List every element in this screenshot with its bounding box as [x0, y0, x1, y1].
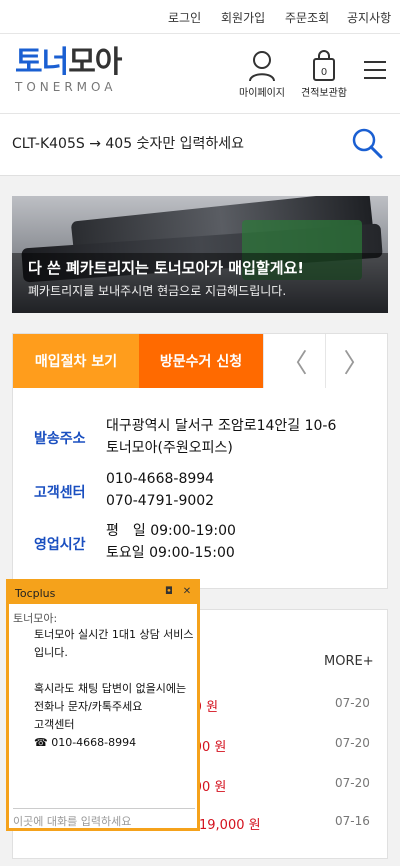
chat-message: 토너모아 실시간 1대1 상담 서비스입니다. 혹시라도 채팅 답변이 없을시에… [34, 628, 194, 749]
banner-title: 다 쓴 폐카트리지는 토너모아가 매입할게요! [28, 259, 305, 277]
address-value: 대구광역시 달서구 조암로14안길 10-6 토너모아(주원오피스) [106, 415, 336, 459]
hours-value: 평 일 09:00-19:00 토요일 09:00-15:00 [106, 520, 236, 564]
list-date: 07-16 [335, 814, 370, 828]
hours-label: 영업시간 [34, 537, 86, 553]
chat-widget: Tocplus ◘ ✕ 토너모아: 토너모아 실시간 1대1 상담 서비스입니다… [6, 579, 200, 831]
cs-label: 고객센터 [34, 485, 86, 501]
bag-icon: 0 [313, 50, 335, 81]
chat-input[interactable] [13, 812, 195, 830]
logo-subtitle: TONERMOA [15, 80, 117, 94]
chat-title: Tocplus [15, 587, 56, 600]
cs-value: 010-4668-8994 070-4791-9002 [106, 468, 214, 512]
notice-link[interactable]: 공지사항 [347, 9, 391, 26]
more-link[interactable]: MORE+ [324, 654, 374, 669]
search-icon [352, 128, 383, 159]
tab-bar: 매입절차 보기 방문수거 신청 〈 〉 [12, 333, 388, 389]
chat-divider [13, 808, 195, 809]
login-link[interactable]: 로그인 [168, 9, 201, 26]
header: 토너모아 TONERMOA 마이페이지 0 견적보관함 [0, 34, 400, 114]
search-bar [0, 114, 400, 176]
top-nav: 로그인 회원가입 주문조회 공지사항 [0, 0, 400, 34]
quote-box-button[interactable]: 0 견적보관함 [296, 50, 352, 99]
search-input[interactable] [12, 122, 342, 166]
prev-arrow-icon[interactable]: 〈 [263, 334, 325, 388]
mypage-label: 마이페이지 [239, 88, 285, 99]
signup-link[interactable]: 회원가입 [221, 9, 265, 26]
quote-box-label: 견적보관함 [301, 88, 347, 99]
logo-part1: 토너 [15, 45, 69, 80]
address-label: 발송주소 [34, 431, 86, 447]
chat-header: Tocplus ◘ ✕ [9, 582, 197, 604]
logo[interactable]: 토너모아 TONERMOA [15, 45, 122, 95]
info-box: 발송주소 대구광역시 달서구 조암로14안길 10-6 토너모아(주원오피스) … [12, 388, 388, 589]
logo-text: 토너모아 [15, 45, 122, 80]
list-date: 07-20 [335, 696, 370, 710]
logo-part2: 모아 [68, 45, 122, 80]
chat-sender: 토너모아: [13, 612, 58, 625]
list-date: 07-20 [335, 736, 370, 750]
cart-count: 0 [321, 67, 327, 78]
address-line1: 대구광역시 달서구 조암로14안길 10-6 [106, 418, 337, 434]
user-icon [249, 51, 275, 82]
list-price: 19,000 원 [199, 818, 261, 833]
list-date: 07-20 [335, 776, 370, 790]
address-line2: 토너모아(주원오피스) [106, 440, 233, 456]
menu-icon[interactable] [364, 61, 386, 81]
next-arrow-icon[interactable]: 〉 [325, 334, 387, 388]
search-button[interactable] [350, 126, 384, 160]
tab-purchase-procedure[interactable]: 매입절차 보기 [13, 334, 139, 388]
banner[interactable]: 다 쓴 폐카트리지는 토너모아가 매입할게요! 폐카트리지를 보내주시면 현금으… [12, 196, 388, 313]
banner-subtitle: 폐카트리지를 보내주시면 현금으로 지급해드립니다. [28, 284, 287, 298]
hours-saturday: 토요일 09:00-15:00 [106, 545, 235, 561]
hours-weekday: 평 일 09:00-19:00 [106, 523, 236, 539]
tab-pickup-request[interactable]: 방문수거 신청 [139, 334, 263, 388]
close-icon[interactable]: ✕ [181, 586, 193, 598]
cs-phone2: 070-4791-9002 [106, 493, 215, 509]
cs-phone1: 010-4668-8994 [106, 471, 215, 487]
minimize-icon[interactable]: ◘ [163, 586, 175, 598]
mypage-button[interactable]: 마이페이지 [236, 50, 288, 99]
order-lookup-link[interactable]: 주문조회 [285, 9, 329, 26]
